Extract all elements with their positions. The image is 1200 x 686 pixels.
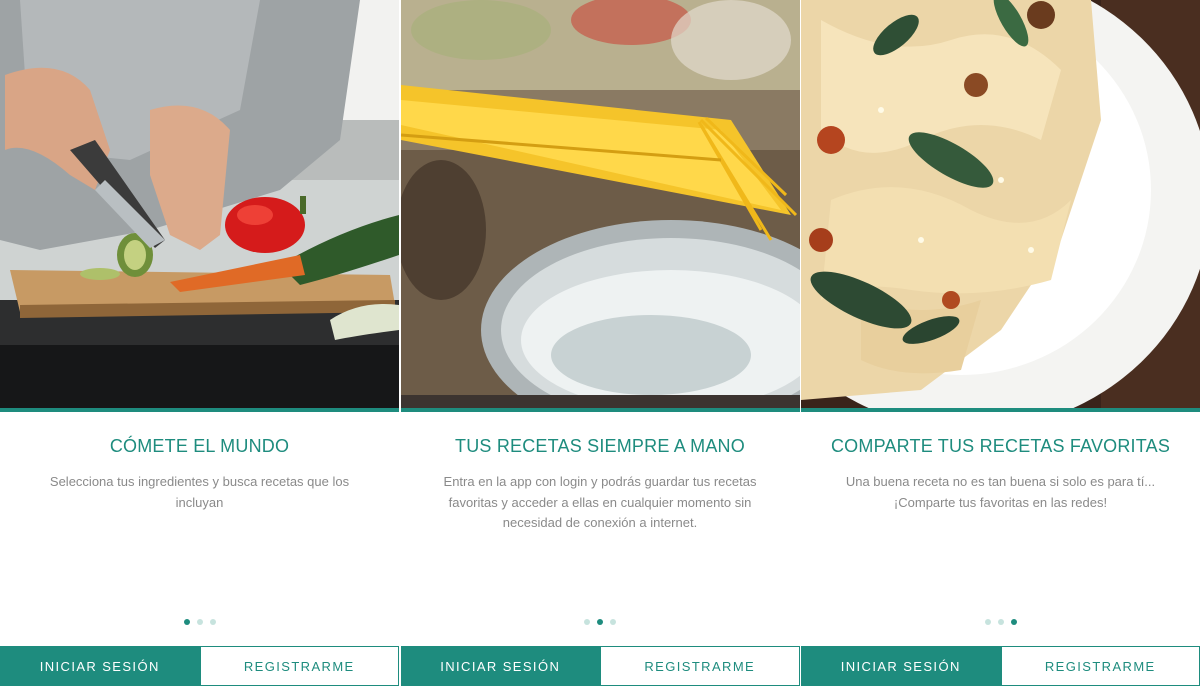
login-button[interactable]: INICIAR SESIÓN [400, 646, 600, 686]
page-dot [610, 619, 616, 625]
register-button[interactable]: REGISTRARME [600, 646, 800, 686]
screen-description: Entra en la app con login y podrás guard… [443, 474, 757, 530]
page-dot [196, 619, 203, 625]
onboarding-strip: CÓMETE EL MUNDO Selecciona tus ingredien… [0, 0, 1200, 686]
hero-divider [801, 408, 1200, 412]
login-button[interactable]: INICIAR SESIÓN [0, 646, 200, 686]
onboarding-screen-1: CÓMETE EL MUNDO Selecciona tus ingredien… [0, 0, 399, 686]
onboarding-screen-2: TUS RECETAS SIEMPRE A MANO Entra en la a… [400, 0, 800, 686]
screen-title: CÓMETE EL MUNDO [109, 436, 290, 456]
page-indicator [401, 619, 800, 625]
register-button[interactable]: REGISTRARME [1000, 646, 1200, 686]
page-dot [984, 619, 991, 625]
hero-image-pasta-dish [801, 0, 1200, 408]
auth-buttons: INICIAR SESIÓN REGISTRARME [400, 646, 800, 686]
page-dot [997, 619, 1004, 625]
screen-description: Selecciona tus ingredientes y busca rece… [49, 474, 350, 510]
page-dot-active [1010, 619, 1017, 625]
auth-buttons: INICIAR SESIÓN REGISTRARME [801, 646, 1200, 686]
hero-image-vegetables [0, 0, 399, 408]
page-dot-active [183, 619, 190, 625]
onboarding-screen-3: COMPARTE TUS RECETAS FAVORITAS Una buena… [801, 0, 1200, 686]
screen-title: COMPARTE TUS RECETAS FAVORITAS [830, 436, 1171, 456]
page-dot [209, 619, 216, 625]
register-button[interactable]: REGISTRARME [199, 646, 399, 686]
auth-buttons: INICIAR SESIÓN REGISTRARME [0, 646, 399, 686]
screen-description: Una buena receta no es tan buena si solo… [845, 474, 1156, 510]
page-dot-active [597, 619, 603, 625]
login-button[interactable]: INICIAR SESIÓN [801, 646, 1001, 686]
hero-divider [0, 408, 399, 412]
page-indicator [801, 619, 1200, 625]
hero-image-spaghetti [400, 0, 800, 408]
hero-divider [400, 408, 800, 412]
page-dot [584, 619, 590, 625]
page-indicator [0, 619, 399, 625]
screen-title: TUS RECETAS SIEMPRE A MANO [455, 436, 745, 456]
